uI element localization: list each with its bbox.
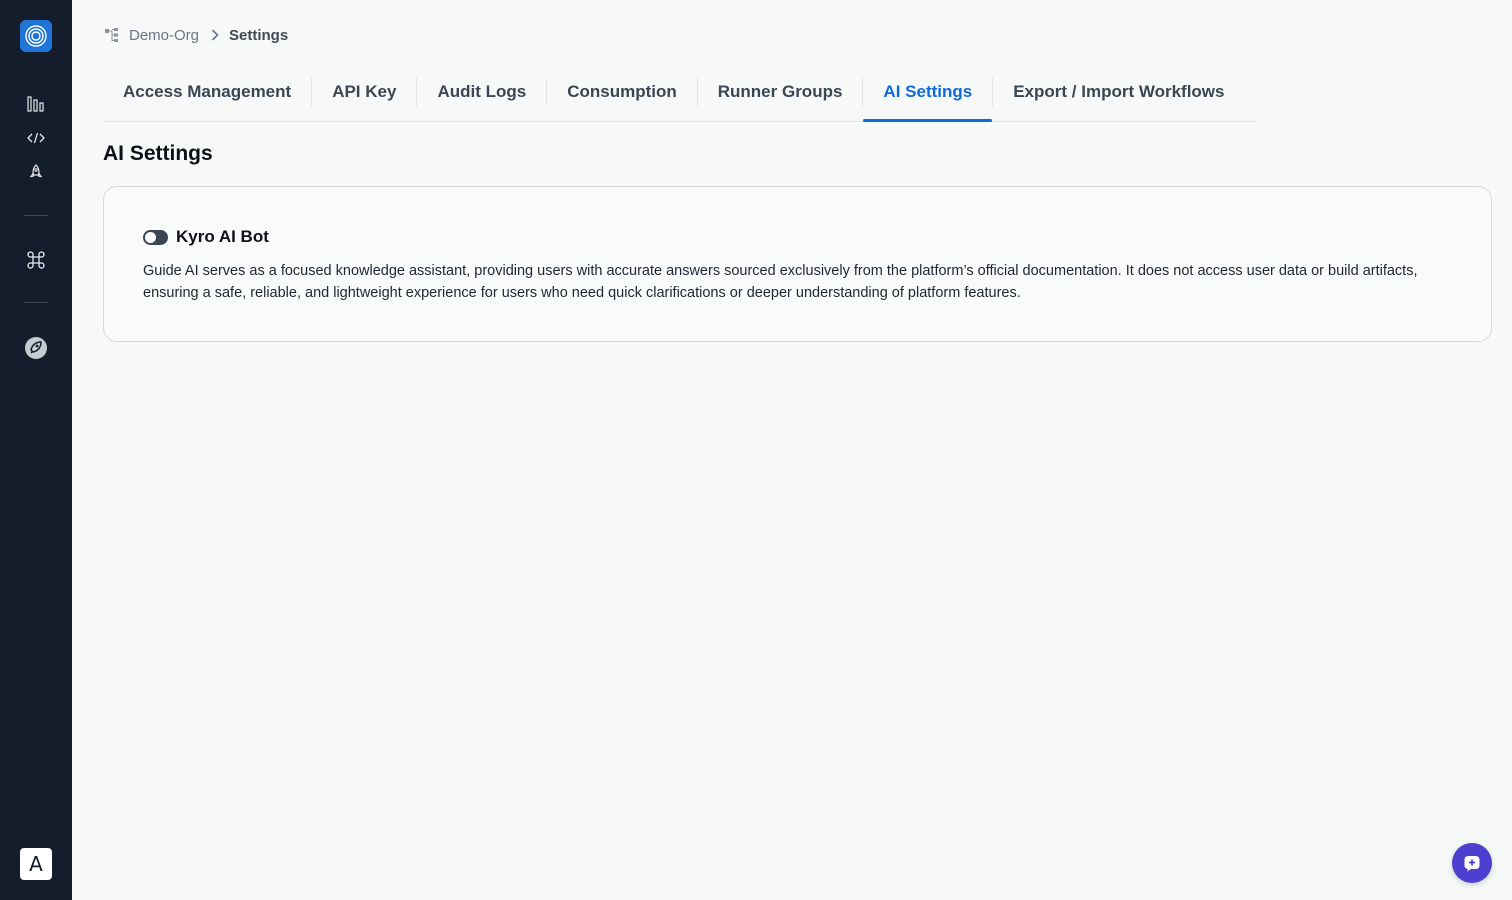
tab-label: Access Management — [123, 81, 292, 101]
sidebar-divider — [24, 215, 48, 216]
breadcrumb-org-link[interactable]: Demo-Org — [129, 27, 199, 44]
main-content: Demo-Org Settings Access Management API … — [72, 0, 1512, 900]
tab-access-management[interactable]: Access Management — [103, 72, 311, 121]
command-icon[interactable] — [24, 248, 48, 272]
bar-chart-icon[interactable] — [24, 92, 48, 116]
tab-ai-settings[interactable]: AI Settings — [863, 72, 993, 122]
chat-fab-button[interactable] — [1452, 843, 1492, 883]
user-avatar[interactable]: A — [20, 848, 52, 880]
kyro-ai-bot-toggle[interactable] — [143, 229, 168, 245]
tab-label: API Key — [332, 81, 397, 101]
rocket-icon[interactable] — [24, 160, 48, 184]
tab-label: Export / Import Workflows — [1013, 81, 1225, 101]
card-title: Kyro AI Bot — [176, 227, 269, 246]
tab-label: Runner Groups — [717, 81, 843, 101]
org-tree-icon — [104, 27, 120, 43]
tab-consumption[interactable]: Consumption — [547, 72, 697, 121]
sidebar: A — [0, 0, 72, 900]
tab-label: Audit Logs — [437, 81, 527, 101]
logo-icon[interactable] — [20, 20, 52, 52]
page-title: AI Settings — [103, 142, 213, 165]
app-root: A Demo-Org Settings Access Management AP… — [0, 0, 1512, 900]
user-initial: A — [29, 852, 43, 876]
kyro-ai-bot-card: Kyro AI Bot Guide AI serves as a focused… — [103, 186, 1492, 342]
tab-label: Consumption — [567, 81, 677, 101]
tab-audit-logs[interactable]: Audit Logs — [417, 72, 546, 121]
tab-export-import-workflows[interactable]: Export / Import Workflows — [993, 72, 1244, 121]
sidebar-divider — [24, 302, 48, 303]
settings-tabs: Access Management API Key Audit Logs Con… — [103, 72, 1255, 122]
tab-api-key[interactable]: API Key — [312, 72, 416, 121]
code-icon[interactable] — [24, 126, 48, 150]
breadcrumb: Demo-Org Settings — [104, 24, 288, 46]
card-header: Kyro AI Bot — [143, 227, 269, 247]
chat-plus-icon — [1464, 856, 1480, 872]
toggle-knob — [145, 231, 156, 243]
chevron-right-icon — [211, 29, 219, 41]
card-description: Guide AI serves as a focused knowledge a… — [143, 263, 1418, 301]
tab-label: AI Settings — [883, 81, 973, 101]
tab-runner-groups[interactable]: Runner Groups — [698, 72, 863, 121]
settings-gear-icon[interactable] — [24, 336, 48, 360]
breadcrumb-current: Settings — [229, 26, 289, 44]
